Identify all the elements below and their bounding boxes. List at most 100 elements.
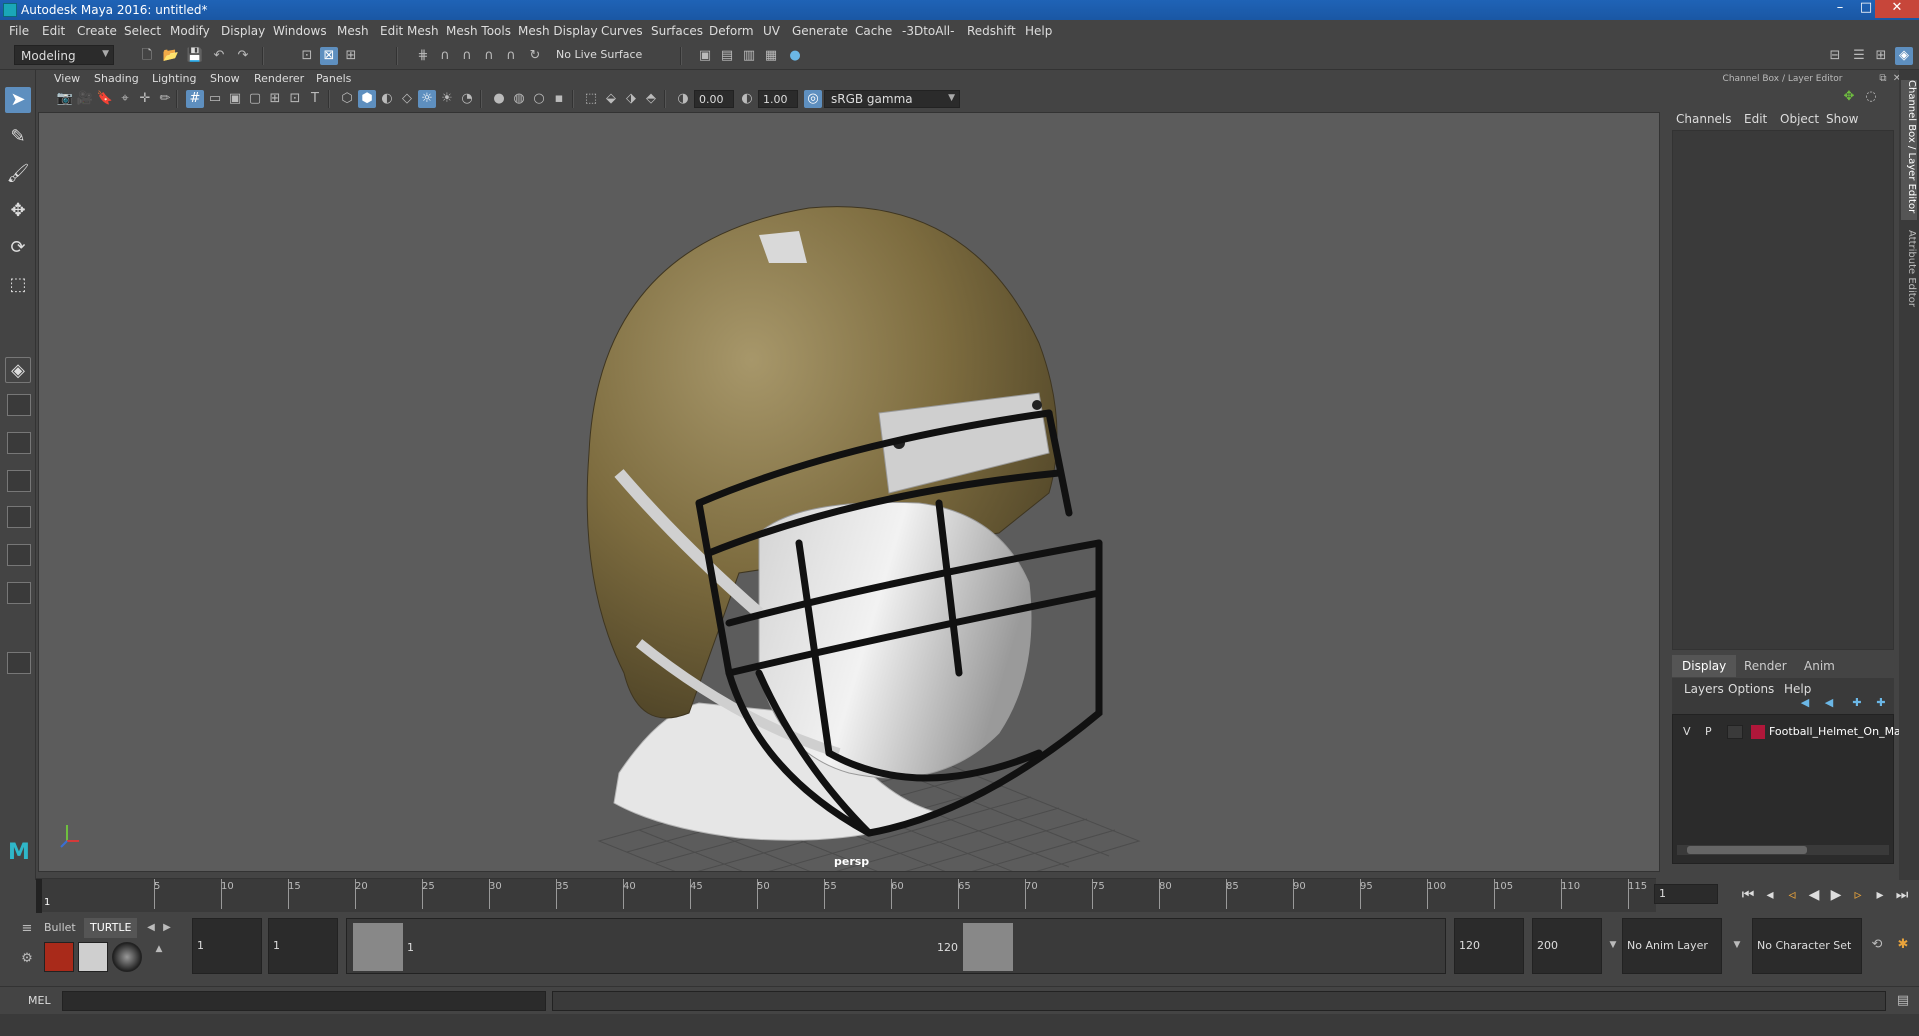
- layout-options-icon[interactable]: [7, 652, 31, 674]
- wireframe-on-shaded-icon[interactable]: ◐: [378, 90, 396, 108]
- animation-preferences-icon[interactable]: ✱: [1894, 936, 1912, 954]
- xray-icon[interactable]: ⬚: [582, 90, 600, 108]
- rotate-tool-icon[interactable]: ⟳: [5, 235, 31, 261]
- menu-deform[interactable]: Deform: [709, 24, 754, 38]
- live-surface-field[interactable]: No Live Surface: [552, 46, 648, 65]
- panel-menu-show[interactable]: Show: [210, 72, 240, 85]
- menu-uv[interactable]: UV: [763, 24, 780, 38]
- new-layer-selected-icon[interactable]: ✚: [1872, 694, 1890, 712]
- shelf-tab-bullet[interactable]: Bullet: [38, 918, 82, 938]
- snap-grid-icon[interactable]: ⋕: [414, 47, 432, 65]
- snap-view-icon[interactable]: ∩: [480, 47, 498, 65]
- step-forward-key-icon[interactable]: ▹: [1848, 886, 1868, 904]
- range-slider[interactable]: 1 120: [346, 918, 1446, 974]
- bookmark-icon[interactable]: 🔖: [96, 90, 114, 108]
- step-back-frame-icon[interactable]: ◂: [1760, 886, 1780, 904]
- menu-surfaces[interactable]: Surfaces: [651, 24, 703, 38]
- snap-surface-icon[interactable]: ∩: [502, 47, 520, 65]
- save-scene-icon[interactable]: 💾: [186, 47, 204, 65]
- xray-joints-icon[interactable]: ⬗: [622, 90, 640, 108]
- tab-anim[interactable]: Anim: [1794, 655, 1845, 677]
- go-to-end-icon[interactable]: ⏭: [1892, 886, 1912, 904]
- single-perspective-view-icon[interactable]: ◈: [5, 357, 31, 383]
- character-set-selector[interactable]: No Character Set: [1752, 918, 1862, 974]
- playback-start-field[interactable]: 1: [268, 918, 338, 974]
- select-tool-icon[interactable]: ➤: [5, 87, 31, 113]
- object-menu[interactable]: Object: [1780, 112, 1819, 126]
- tab-attribute-editor[interactable]: Attribute Editor: [1901, 230, 1917, 330]
- image-plane-icon[interactable]: ⌖: [116, 90, 134, 108]
- channel-box-toggle-icon[interactable]: ◈: [1895, 47, 1913, 65]
- quick-layout-icon[interactable]: [7, 582, 31, 604]
- auto-key-icon[interactable]: ⟲: [1868, 936, 1886, 954]
- safe-title-icon[interactable]: T: [306, 90, 324, 108]
- perspective-viewport[interactable]: persp: [38, 112, 1660, 872]
- turtle-sphere-icon[interactable]: [112, 942, 142, 972]
- menu-windows[interactable]: Windows: [273, 24, 327, 38]
- close-button[interactable]: ✕: [1875, 0, 1919, 18]
- gamma-field[interactable]: 1.00: [758, 90, 798, 108]
- menu-redshift[interactable]: Redshift: [967, 24, 1016, 38]
- speed-icon[interactable]: ◌: [1862, 88, 1880, 106]
- turtle-bake-icon[interactable]: [78, 942, 108, 972]
- layer-name[interactable]: Football_Helmet_On_Ma: [1769, 725, 1901, 738]
- menu-modify[interactable]: Modify: [170, 24, 210, 38]
- select-component-icon[interactable]: ⊞: [342, 47, 360, 65]
- render-current-icon[interactable]: ▤: [718, 47, 736, 65]
- tab-render[interactable]: Render: [1734, 655, 1797, 677]
- color-management-icon[interactable]: ◎: [804, 90, 822, 108]
- command-input[interactable]: [62, 991, 546, 1011]
- tool-settings-toggle-icon[interactable]: ⊞: [1872, 47, 1890, 65]
- menu-select[interactable]: Select: [124, 24, 161, 38]
- gate-mask-icon[interactable]: ▢: [246, 90, 264, 108]
- layer-display-type[interactable]: [1727, 725, 1743, 739]
- range-start-handle[interactable]: [353, 923, 403, 971]
- menuset-dropdown[interactable]: Modeling ▼: [14, 45, 114, 65]
- motion-blur-icon[interactable]: ●: [490, 90, 508, 108]
- edit-menu[interactable]: Edit: [1744, 112, 1767, 126]
- persp-hypershade-layout-icon[interactable]: [7, 506, 31, 528]
- layer-row[interactable]: V P Football_Helmet_On_Ma: [1673, 723, 1901, 741]
- animation-start-field[interactable]: 1: [192, 918, 262, 974]
- menu-cache[interactable]: Cache: [855, 24, 892, 38]
- menu-display[interactable]: Display: [221, 24, 265, 38]
- isolate-select-icon[interactable]: ▪: [550, 90, 568, 108]
- show-menu[interactable]: Show: [1826, 112, 1858, 126]
- exposure-field[interactable]: 0.00: [694, 90, 734, 108]
- time-slider[interactable]: 1 5 10 15 20 25 30 35 40 45 50 55 60 65 …: [36, 878, 1656, 913]
- persp-outliner-layout-icon[interactable]: [7, 432, 31, 454]
- new-layer-icon[interactable]: ✚: [1848, 694, 1866, 712]
- attribute-editor-toggle-icon[interactable]: ☰: [1850, 47, 1868, 65]
- undo-icon[interactable]: ↶: [210, 47, 228, 65]
- move-layer-down-icon[interactable]: ◀: [1820, 694, 1838, 712]
- grease-pencil-icon[interactable]: ✏: [156, 90, 174, 108]
- manipulator-icon[interactable]: ✥: [1840, 88, 1858, 106]
- multisample-aa-icon[interactable]: ◍: [510, 90, 528, 108]
- playback-end-field[interactable]: 120: [1454, 918, 1524, 974]
- xray-active-icon[interactable]: ⬙: [602, 90, 620, 108]
- layer-scrollbar[interactable]: [1677, 845, 1889, 855]
- depth-of-field-icon[interactable]: ○: [530, 90, 548, 108]
- turtle-render-icon[interactable]: [44, 942, 74, 972]
- go-to-start-icon[interactable]: ⏮: [1738, 886, 1758, 904]
- layer-playback-toggle[interactable]: P: [1705, 725, 1712, 738]
- shelf-scroll-icon[interactable]: ▲: [150, 940, 168, 958]
- scrollbar-thumb[interactable]: [1687, 846, 1807, 854]
- menu-edit-mesh[interactable]: Edit Mesh: [380, 24, 439, 38]
- select-hierarchy-icon[interactable]: ⊡: [298, 47, 316, 65]
- anim-layer-selector[interactable]: No Anim Layer: [1622, 918, 1722, 974]
- menu-help[interactable]: Help: [1025, 24, 1052, 38]
- panel-menu-renderer[interactable]: Renderer: [254, 72, 304, 85]
- ambient-occlusion-icon[interactable]: ◔: [458, 90, 476, 108]
- channels-menu[interactable]: Channels: [1676, 112, 1732, 126]
- shelf-settings-icon[interactable]: ⚙: [18, 950, 36, 968]
- current-frame-marker[interactable]: [36, 879, 42, 913]
- menu-mesh-tools[interactable]: Mesh Tools: [446, 24, 511, 38]
- layers-menu[interactable]: Layers: [1684, 682, 1724, 696]
- new-scene-icon[interactable]: 🗋: [138, 47, 156, 65]
- persp-graph-layout-icon[interactable]: [7, 470, 31, 492]
- persp-graph-outliner-layout-icon[interactable]: [7, 544, 31, 566]
- menu-curves[interactable]: Curves: [601, 24, 643, 38]
- chevron-down-icon[interactable]: ▼: [1604, 936, 1622, 954]
- panel-menu-lighting[interactable]: Lighting: [152, 72, 196, 85]
